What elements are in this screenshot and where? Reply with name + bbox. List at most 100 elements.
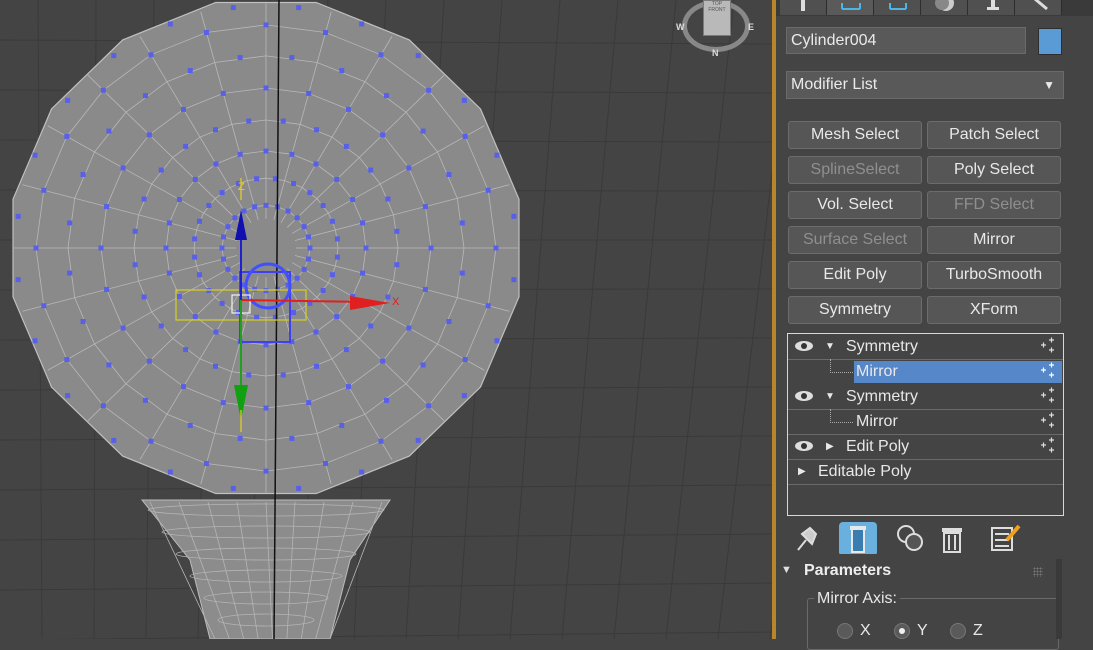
vertex [426, 87, 432, 93]
vertex [166, 270, 172, 276]
vertex [100, 403, 106, 409]
vertex [306, 90, 312, 96]
tab-modify[interactable] [827, 0, 874, 15]
viewcube[interactable]: TOP FRONT W E N [676, 0, 756, 58]
xform-button[interactable]: XForm [927, 296, 1061, 324]
vertex [167, 469, 173, 475]
collapse-triangle-icon[interactable]: ▼ [781, 564, 792, 576]
vertex [359, 21, 365, 27]
stack-item-mirror[interactable]: Mirror [788, 359, 1063, 384]
vertex [380, 132, 386, 138]
vertex [385, 294, 391, 300]
surface-select-button[interactable]: Surface Select [788, 226, 922, 254]
tab-create[interactable] [780, 0, 827, 15]
tab-utilities[interactable] [1015, 0, 1062, 15]
vertex [203, 460, 209, 466]
eye-icon[interactable] [794, 339, 814, 353]
vertex [237, 55, 243, 61]
viewcube-face[interactable]: TOP FRONT [703, 0, 731, 36]
vertex [252, 204, 258, 210]
vertex [406, 325, 412, 331]
parameters-header[interactable]: Parameters [804, 562, 891, 580]
expand-triangle-icon[interactable]: ▶ [798, 459, 806, 484]
vertex [462, 357, 468, 363]
axis-x-radio[interactable] [837, 623, 853, 639]
edit-poly-button[interactable]: Edit Poly [788, 261, 922, 289]
stack-item-label: Mirror [856, 413, 898, 430]
vertex [339, 68, 345, 74]
make-unique-icon[interactable] [896, 522, 928, 554]
panel-scrollbar[interactable] [1056, 559, 1062, 639]
plus-icon [1041, 337, 1054, 353]
vertex [330, 272, 336, 278]
object-color-swatch[interactable] [1038, 28, 1062, 55]
vertex [343, 143, 349, 149]
poly-select-button[interactable]: Poly Select [927, 156, 1061, 184]
hierarchy-icon [889, 3, 907, 10]
collapse-triangle-icon[interactable]: ▼ [825, 334, 835, 359]
vertex [192, 236, 198, 242]
axis-y-radio[interactable] [894, 623, 910, 639]
collapse-triangle-icon[interactable]: ▼ [825, 384, 835, 409]
grip-icon[interactable] [1033, 567, 1043, 577]
grid-line [0, 533, 772, 541]
vertex [183, 347, 189, 353]
configure-sets-icon[interactable] [989, 522, 1021, 554]
stack-item-edit-poly[interactable]: ▶ Edit Poly [788, 434, 1063, 460]
spline-select-button[interactable]: SplineSelect [788, 156, 922, 184]
expand-triangle-icon[interactable]: ▶ [826, 434, 834, 459]
perspective-viewport[interactable]: XZ TOP FRONT W E N [0, 0, 772, 639]
patch-select-button[interactable]: Patch Select [927, 121, 1061, 149]
compass-east-label: E [748, 22, 755, 32]
show-end-result-icon[interactable] [838, 522, 878, 554]
vertex [263, 468, 269, 474]
eye-icon[interactable] [794, 439, 814, 453]
vertex [213, 329, 219, 335]
vertex [80, 172, 86, 178]
vertex [220, 90, 226, 96]
ffd-select-button[interactable]: FFD Select [927, 191, 1061, 219]
vertex [111, 437, 117, 443]
modifier-stack[interactable]: ▼ Symmetry Mirror ▼ Symmetry Mirror ▶ Ed… [787, 333, 1064, 516]
stack-item-symmetry[interactable]: ▼ Symmetry [788, 384, 1063, 410]
viewport-canvas[interactable]: XZ [0, 0, 772, 639]
object-name-field[interactable]: Cylinder004 [786, 27, 1026, 54]
pin-stack-icon[interactable] [792, 522, 822, 554]
turbosmooth-button[interactable]: TurboSmooth [927, 261, 1061, 289]
vertex [163, 245, 169, 251]
vertex [306, 400, 312, 406]
vertex [289, 435, 295, 441]
grid-line [613, 0, 677, 639]
vertex [67, 270, 73, 276]
vertex [192, 254, 198, 260]
modifier-list-dropdown[interactable]: Modifier List ▼ [786, 71, 1064, 99]
vertex [141, 196, 147, 202]
eye-icon[interactable] [794, 389, 814, 403]
vertex [314, 363, 320, 369]
tab-hierarchy[interactable] [874, 0, 921, 15]
utilities-icon [1034, 0, 1048, 11]
vertex [176, 197, 182, 202]
vertex [263, 148, 269, 154]
stem-mesh [140, 499, 391, 639]
grid-line [509, 0, 561, 639]
grid-line [0, 484, 772, 491]
symmetry-button[interactable]: Symmetry [788, 296, 922, 324]
vertex [213, 161, 219, 167]
mesh-select-button[interactable]: Mesh Select [788, 121, 922, 149]
vertex [15, 277, 21, 283]
axis-z-radio[interactable] [950, 623, 966, 639]
tab-display[interactable] [968, 0, 1015, 15]
mirror-button[interactable]: Mirror [927, 226, 1061, 254]
stack-item-symmetry[interactable]: ▼ Symmetry [788, 334, 1063, 360]
remove-modifier-icon[interactable] [938, 522, 966, 554]
grid-line [717, 168, 772, 639]
stack-item-mirror[interactable]: Mirror [788, 409, 1063, 435]
vol-select-button[interactable]: Vol. Select [788, 191, 922, 219]
vertex [120, 325, 126, 331]
stack-item-editable-poly[interactable]: ▶ Editable Poly [788, 459, 1063, 485]
vertex [183, 143, 189, 149]
vertex [263, 288, 269, 294]
vertex [167, 21, 173, 27]
tab-motion[interactable] [921, 0, 968, 15]
